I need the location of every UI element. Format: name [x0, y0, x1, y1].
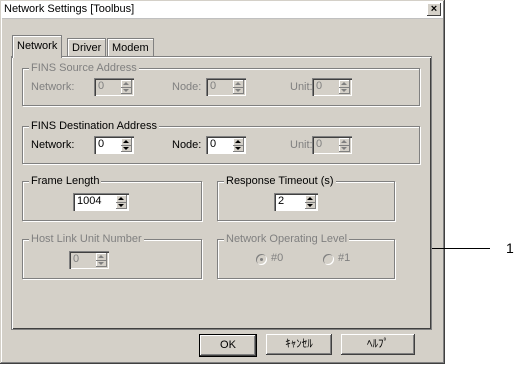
- ok-button[interactable]: OK: [199, 334, 257, 357]
- callout-number: 1: [506, 240, 514, 256]
- response-timeout-spin-arrows[interactable]: [305, 195, 316, 209]
- frame-length-group: Frame Length 1004: [22, 175, 202, 221]
- source-unit-value: 0: [316, 80, 323, 92]
- dest-unit-stepper[interactable]: 0: [312, 136, 352, 154]
- network-level-radio-1[interactable]: [323, 254, 334, 265]
- dest-node-value: 0: [210, 138, 217, 150]
- source-unit-spin-arrows[interactable]: [339, 80, 350, 94]
- response-timeout-label: Response Timeout (s): [224, 175, 336, 187]
- fins-source-group: FINS Source Address Network: 0 Node: 0 U…: [22, 62, 420, 106]
- tab-network[interactable]: Network: [12, 35, 63, 58]
- dest-node-label: Node:: [172, 139, 202, 151]
- title-bar: Network Settings [Toolbus] ×: [2, 2, 443, 19]
- dest-network-spin-arrows[interactable]: [121, 138, 132, 152]
- fins-source-label: FINS Source Address: [29, 62, 139, 74]
- source-unit-label: Unit:: [290, 81, 313, 93]
- source-unit-stepper[interactable]: 0: [312, 78, 352, 96]
- host-link-stepper[interactable]: 0: [69, 251, 109, 269]
- network-level-group: Network Operating Level #0 #1: [217, 233, 395, 279]
- network-level-label: Network Operating Level: [224, 233, 350, 245]
- frame-length-value: 1004: [77, 195, 102, 207]
- window-title: Network Settings [Toolbus]: [4, 3, 135, 15]
- response-timeout-group: Response Timeout (s) 2: [217, 175, 395, 221]
- source-network-stepper[interactable]: 0: [94, 78, 134, 96]
- tab-driver[interactable]: Driver: [67, 38, 107, 57]
- source-node-stepper[interactable]: 0: [206, 78, 246, 96]
- network-level-option-1-label: #1: [338, 252, 351, 264]
- help-button[interactable]: ﾍﾙﾌﾟ: [341, 334, 415, 355]
- dest-unit-spin-arrows[interactable]: [339, 138, 350, 152]
- dialog-window: Network Settings [Toolbus] × Network Dri…: [0, 0, 445, 364]
- dest-node-spin-arrows[interactable]: [233, 138, 244, 152]
- close-icon: ×: [430, 3, 438, 15]
- dest-node-stepper[interactable]: 0: [206, 136, 246, 154]
- source-node-label: Node:: [172, 81, 202, 93]
- source-network-value: 0: [98, 80, 105, 92]
- source-node-spin-arrows[interactable]: [233, 80, 244, 94]
- fins-destination-label: FINS Destination Address: [29, 120, 159, 132]
- host-link-value: 0: [73, 253, 80, 265]
- network-tab-panel: FINS Source Address Network: 0 Node: 0 U…: [11, 56, 432, 330]
- close-button[interactable]: ×: [427, 3, 441, 16]
- response-timeout-value: 2: [278, 195, 285, 207]
- dest-unit-label: Unit:: [290, 139, 313, 151]
- cancel-button[interactable]: ｷｬﾝｾﾙ: [266, 334, 332, 355]
- tab-modem[interactable]: Modem: [107, 38, 154, 57]
- frame-length-stepper[interactable]: 1004: [73, 193, 129, 211]
- network-level-option-0-label: #0: [271, 252, 284, 264]
- dest-network-label: Network:: [31, 139, 75, 151]
- source-node-value: 0: [210, 80, 217, 92]
- frame-length-label: Frame Length: [29, 175, 102, 187]
- dest-unit-value: 0: [316, 138, 323, 150]
- source-network-label: Network:: [31, 81, 75, 93]
- dest-network-value: 0: [98, 138, 105, 150]
- host-link-group: Host Link Unit Number 0: [22, 233, 202, 279]
- host-link-spin-arrows[interactable]: [96, 253, 107, 267]
- source-network-spin-arrows[interactable]: [121, 80, 132, 94]
- network-level-radio-0[interactable]: [256, 254, 267, 265]
- response-timeout-stepper[interactable]: 2: [274, 193, 318, 211]
- dest-network-stepper[interactable]: 0: [94, 136, 134, 154]
- fins-destination-group: FINS Destination Address Network: 0 Node…: [22, 120, 420, 164]
- frame-length-spin-arrows[interactable]: [116, 195, 127, 209]
- host-link-label: Host Link Unit Number: [29, 233, 144, 245]
